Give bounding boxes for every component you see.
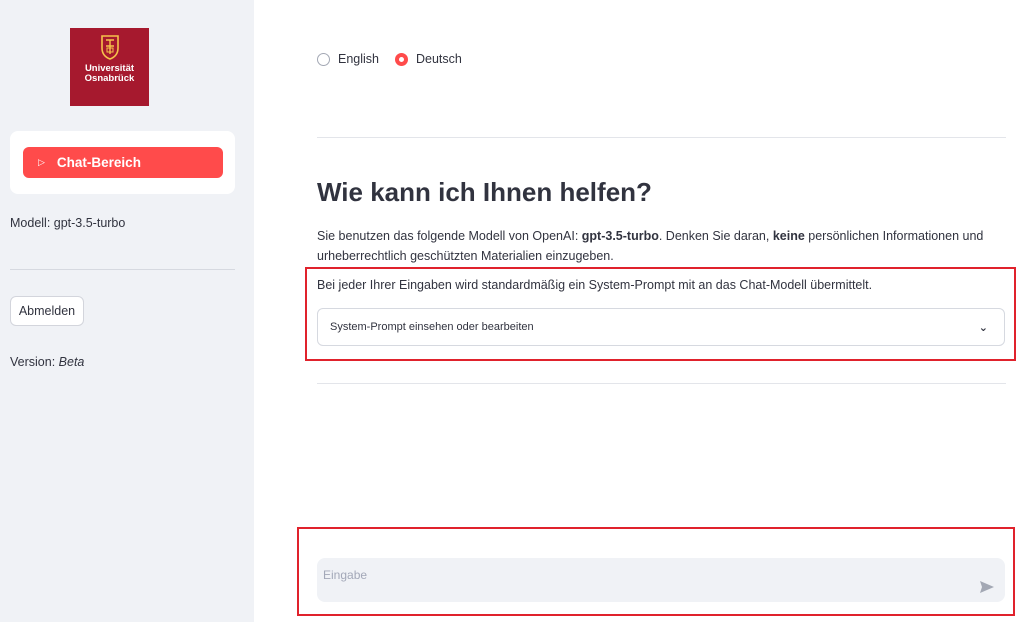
university-logo: Universität Osnabrück (70, 28, 149, 106)
desc-model-name: gpt-3.5-turbo (581, 229, 659, 243)
divider-top (317, 137, 1006, 138)
radio-deutsch-label: Deutsch (416, 52, 462, 66)
model-info: Modell: gpt-3.5-turbo (10, 216, 126, 230)
desc-part-1: Sie benutzen das folgende Modell von Ope… (317, 229, 582, 243)
chat-input-container (317, 558, 1005, 602)
send-icon[interactable] (979, 580, 995, 594)
desc-part-2: . Denken Sie daran, (658, 229, 773, 243)
version-label: Version: (10, 355, 56, 369)
language-radio-group: English Deutsch (317, 52, 478, 66)
page-title: Wie kann ich Ihnen helfen? (317, 177, 652, 207)
nav-card: ▷ Chat-Bereich (10, 131, 235, 194)
radio-english[interactable]: English (317, 52, 379, 66)
play-icon: ▷ (38, 157, 45, 167)
sidebar: Universität Osnabrück ▷ Chat-Bereich Mod… (0, 0, 254, 622)
version-info: Version: Beta (10, 355, 84, 369)
chat-input[interactable] (317, 558, 957, 592)
logout-button[interactable]: Abmelden (10, 296, 84, 326)
university-crest-icon (100, 35, 119, 60)
chat-area-nav-button[interactable]: ▷ Chat-Bereich (23, 147, 223, 178)
version-value: Beta (58, 355, 85, 369)
expander-label: System-Prompt einsehen oder bearbeiten (330, 321, 534, 333)
model-description: Sie benutzen das folgende Modell von Ope… (317, 226, 987, 266)
chat-area-nav-label: Chat-Bereich (56, 155, 141, 170)
logo-line-2: Osnabrück (84, 73, 135, 84)
radio-deutsch[interactable]: Deutsch (395, 52, 462, 66)
chevron-down-icon: ⌄ (978, 321, 988, 334)
radio-english-circle[interactable] (317, 52, 330, 66)
system-prompt-info: Bei jeder Ihrer Eingaben wird standardmä… (317, 278, 873, 292)
divider-bottom (317, 383, 1006, 384)
desc-keine: keine (772, 229, 805, 243)
system-prompt-expander[interactable]: System-Prompt einsehen oder bearbeiten ⌄ (317, 308, 1005, 346)
radio-deutsch-circle[interactable] (395, 52, 408, 66)
sidebar-divider (10, 269, 235, 270)
radio-english-label: English (338, 52, 379, 66)
